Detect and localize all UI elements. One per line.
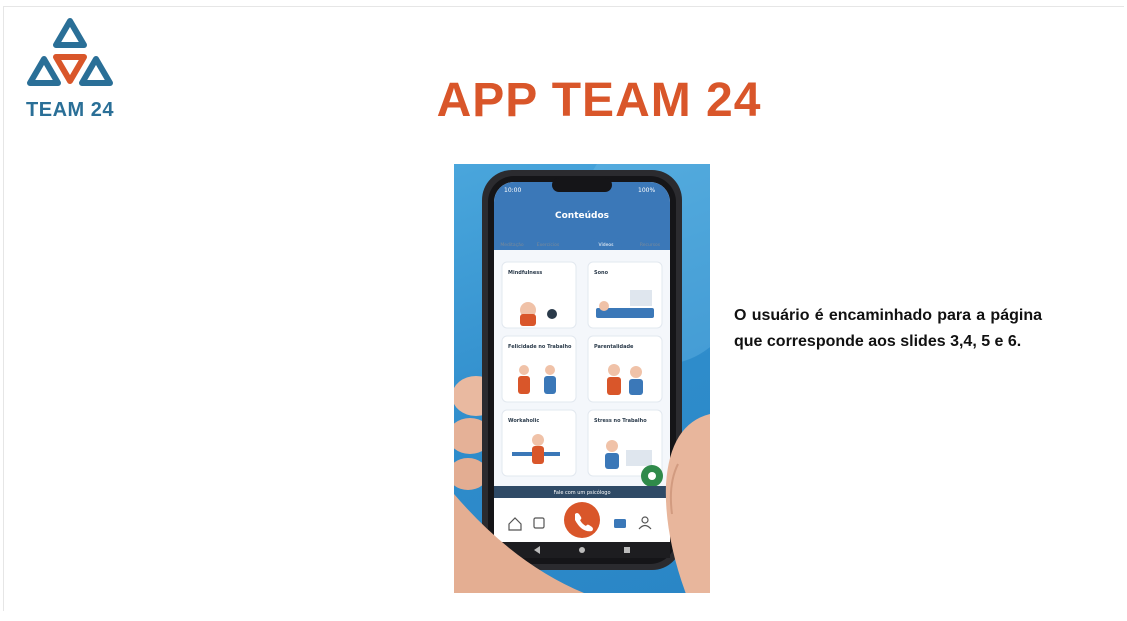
svg-text:100%: 100% [638, 187, 655, 194]
app-screenshot-photo: 10:00 100% Conteúdos Meditação Exercício… [454, 164, 710, 593]
app-tab[interactable]: Exercícios [537, 241, 560, 248]
logo-mark-icon [27, 18, 113, 86]
content-card-title: Felicidade no Trabalho [508, 344, 572, 350]
app-header-title: Conteúdos [555, 211, 609, 221]
slide-caption: O usuário é encaminhado para a página qu… [734, 307, 1042, 350]
svg-text:10:00: 10:00 [504, 187, 521, 194]
content-card-title: Sono [594, 270, 609, 276]
folder-icon[interactable] [614, 519, 626, 528]
recents-icon[interactable] [624, 547, 630, 553]
android-home-icon[interactable] [579, 547, 585, 553]
team24-logo: TEAM 24 [22, 15, 118, 125]
content-card-title: Mindfulness [508, 270, 542, 276]
app-tab-active[interactable]: Vídeos [598, 241, 614, 248]
call-button[interactable] [564, 502, 600, 538]
app-screen: 10:00 100% Conteúdos Meditação Exercício… [494, 178, 670, 558]
talk-to-psychologist-bar[interactable]: Fale com um psicólogo [553, 489, 610, 496]
content-card-title: Stress no Trabalho [594, 418, 647, 424]
content-card-title: Workaholic [508, 418, 539, 424]
app-tab[interactable]: Meditação [500, 242, 524, 248]
content-card-title: Parentalidade [594, 344, 634, 350]
logo-text: TEAM 24 [26, 99, 114, 121]
page-title: APP TEAM 24 [436, 74, 762, 127]
slide: TEAM 24 APP TEAM 24 10:00 100% Conteúdos… [3, 6, 1124, 611]
app-tab[interactable]: Recursos [640, 242, 661, 248]
